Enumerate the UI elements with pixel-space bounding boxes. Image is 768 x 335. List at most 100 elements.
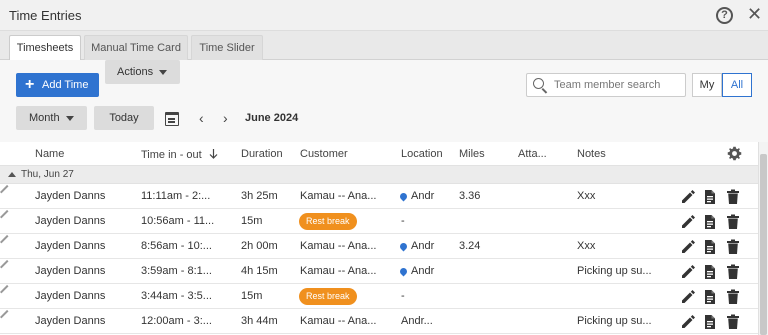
edit-icon[interactable]: [681, 314, 696, 329]
edit-icon[interactable]: [681, 289, 696, 304]
toggle-my[interactable]: My: [692, 73, 722, 97]
cell-customer: Kamau -- Ana...: [300, 240, 377, 252]
cell-duration: 3h 25m: [241, 190, 278, 202]
row-actions: [681, 239, 741, 255]
cell-location[interactable]: Andr: [398, 240, 435, 252]
document-icon[interactable]: [703, 214, 717, 230]
search-input[interactable]: [554, 77, 682, 93]
column-attachments[interactable]: Atta...: [518, 148, 547, 160]
cell-miles: 3.24: [459, 240, 481, 252]
cell-customer: Kamau -- Ana...: [300, 190, 377, 202]
close-icon[interactable]: ✕: [747, 5, 762, 23]
edit-marker-icon: [0, 259, 9, 269]
cell-notes: Xxx: [577, 190, 596, 202]
trash-icon[interactable]: [726, 239, 740, 255]
cell-location[interactable]: Andr: [398, 265, 435, 277]
cell-name: Jayden Danns: [35, 190, 106, 202]
trash-icon[interactable]: [726, 214, 740, 230]
edit-icon[interactable]: [681, 189, 696, 204]
cell-location-label: Andr: [411, 240, 435, 252]
today-button[interactable]: Today: [94, 106, 154, 130]
cell-notes: Picking up su...: [577, 265, 652, 277]
rest-break-badge: Rest break: [299, 288, 357, 305]
document-icon[interactable]: [703, 239, 717, 255]
cell-miles: 3.36: [459, 190, 481, 202]
cell-duration: 15m: [241, 215, 263, 227]
row-actions: [681, 314, 741, 330]
cell-location-label: Andr: [411, 265, 435, 277]
tab-timesheets[interactable]: Timesheets: [9, 35, 81, 61]
sort-down-icon: [209, 149, 218, 159]
trash-icon[interactable]: [726, 264, 740, 280]
team-member-search[interactable]: [526, 73, 686, 97]
scrollbar-thumb[interactable]: [760, 154, 767, 335]
tab-time-slider[interactable]: Time Slider: [191, 35, 263, 61]
add-time-button[interactable]: + Add Time: [16, 73, 99, 97]
trash-icon[interactable]: [726, 189, 740, 205]
cell-time: 12:00am - 3:...: [141, 315, 212, 327]
table-row[interactable]: Jayden Danns 12:00am - 3:... 3h 44m Kamau -…: [0, 309, 758, 334]
gear-icon[interactable]: [727, 146, 742, 161]
period-select-label: Month: [29, 112, 60, 124]
toggle-all[interactable]: All: [722, 73, 752, 97]
tab-manual-time-card[interactable]: Manual Time Card: [84, 35, 188, 61]
edit-marker-icon: [0, 184, 9, 194]
cell-location[interactable]: Andr: [398, 190, 434, 202]
cell-notes: Xxx: [577, 240, 596, 252]
cell-duration: 2h 00m: [241, 240, 278, 252]
cell-time: 11:11am - 2:...: [141, 190, 211, 202]
cell-duration: 4h 15m: [241, 265, 278, 277]
column-duration[interactable]: Duration: [241, 148, 283, 160]
column-time[interactable]: Time in - out: [141, 148, 218, 161]
cell-location: -: [401, 290, 405, 302]
column-customer[interactable]: Customer: [300, 148, 348, 160]
edit-icon[interactable]: [681, 239, 696, 254]
rest-break-badge: Rest break: [299, 213, 357, 230]
table-row[interactable]: Jayden Danns 10:56am - 11... 15m Rest break…: [0, 209, 758, 234]
cell-customer: Kamau -- Ana...: [300, 315, 377, 327]
period-select[interactable]: Month: [16, 106, 87, 130]
group-label: Thu, Jun 27: [21, 169, 74, 180]
cell-notes: Picking up su...: [577, 315, 652, 327]
column-miles[interactable]: Miles: [459, 148, 485, 160]
window-titlebar: Time Entries ? ✕: [0, 0, 768, 31]
group-row[interactable]: Thu, Jun 27: [0, 166, 758, 184]
chevron-down-icon: [65, 115, 74, 121]
column-notes[interactable]: Notes: [577, 148, 606, 160]
table-row[interactable]: Jayden Danns 8:56am - 10:... 2h 00m Kamau -…: [0, 234, 758, 259]
table-row[interactable]: Jayden Danns 3:44am - 3:5... 15m Rest break…: [0, 284, 758, 309]
trash-icon[interactable]: [726, 289, 740, 305]
table-row[interactable]: Jayden Danns 11:11am - 2:... 3h 25m Kamau -…: [0, 184, 758, 209]
help-circle-icon[interactable]: ?: [716, 7, 733, 24]
cell-duration: 15m: [241, 290, 263, 302]
column-location[interactable]: Location: [401, 148, 443, 160]
grid-header: Name Time in - out Duration Customer Loc…: [0, 142, 758, 166]
row-actions: [681, 189, 741, 205]
edit-icon[interactable]: [681, 214, 696, 229]
column-time-label: Time in - out: [141, 149, 202, 161]
actions-dropdown[interactable]: Actions: [105, 60, 180, 84]
cell-time: 3:59am - 8:1...: [141, 265, 212, 277]
row-actions: [681, 264, 741, 280]
column-name[interactable]: Name: [35, 148, 64, 160]
tab-bar: Timesheets Manual Time Card Time Slider: [0, 31, 768, 61]
document-icon[interactable]: [703, 314, 717, 330]
chevron-left-icon[interactable]: ‹: [199, 110, 204, 126]
document-icon[interactable]: [703, 289, 717, 305]
document-icon[interactable]: [703, 264, 717, 280]
edit-icon[interactable]: [681, 264, 696, 279]
map-pin-icon: [398, 241, 409, 252]
cell-name: Jayden Danns: [35, 315, 106, 327]
calendar-icon[interactable]: [165, 112, 179, 126]
table-row[interactable]: Jayden Danns 3:59am - 8:1... 4h 15m Kamau -…: [0, 259, 758, 284]
add-time-label: Add Time: [42, 79, 89, 91]
map-pin-icon: [398, 266, 409, 277]
cell-time: 10:56am - 11...: [141, 215, 215, 227]
cell-time: 8:56am - 10:...: [141, 240, 212, 252]
chevron-right-icon[interactable]: ›: [223, 110, 228, 126]
chevron-up-icon[interactable]: [8, 172, 16, 177]
vertical-scrollbar[interactable]: [758, 142, 768, 335]
trash-icon[interactable]: [726, 314, 740, 330]
document-icon[interactable]: [703, 189, 717, 205]
time-entries-grid: Name Time in - out Duration Customer Loc…: [0, 142, 768, 335]
